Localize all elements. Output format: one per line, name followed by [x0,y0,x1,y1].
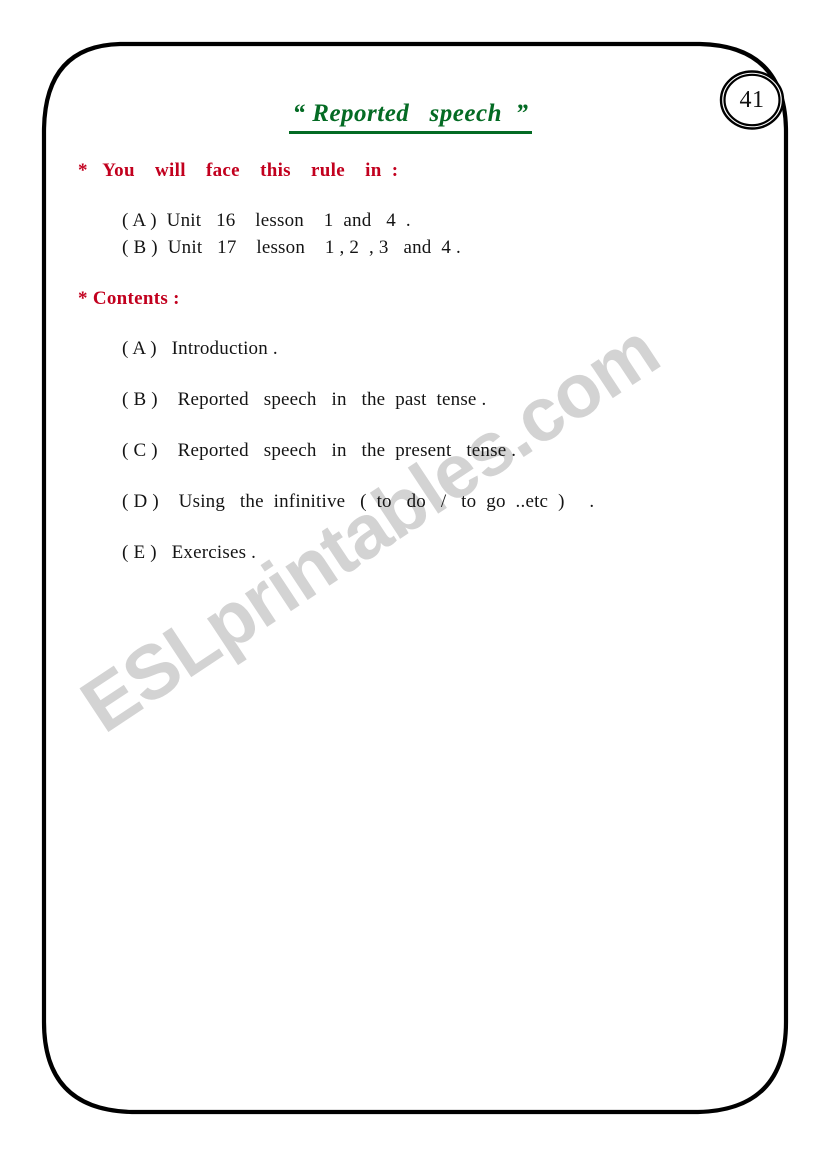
page-title: “ Reported speech ” [0,100,821,134]
page-number-badge: 41 [719,69,785,131]
rule-list-item-b: ( B ) Unit 17 lesson 1 , 2 , 3 and 4 . [122,237,461,258]
page-title-text: “ Reported speech ” [288,100,533,134]
section-heading-contents: * Contents : [78,288,180,309]
rule-list-item-a: ( A ) Unit 16 lesson 1 and 4 . [122,210,411,231]
contents-list-item-a: ( A ) Introduction . [122,338,278,359]
page-number-text: 41 [739,86,765,113]
contents-list-item-e: ( E ) Exercises . [122,542,257,563]
worksheet-content: “ Reported speech ” * You will face this… [0,0,821,1169]
contents-list-item-c: ( C ) Reported speech in the present ten… [122,440,517,461]
contents-list-item-d: ( D ) Using the infinitive ( to do / to … [122,491,595,512]
section-heading-rule: * You will face this rule in : [78,160,399,181]
contents-list-item-b: ( B ) Reported speech in the past tense … [122,389,487,410]
worksheet-page: ESLprintables.com 41 “ Reported speech ”… [0,0,821,1169]
